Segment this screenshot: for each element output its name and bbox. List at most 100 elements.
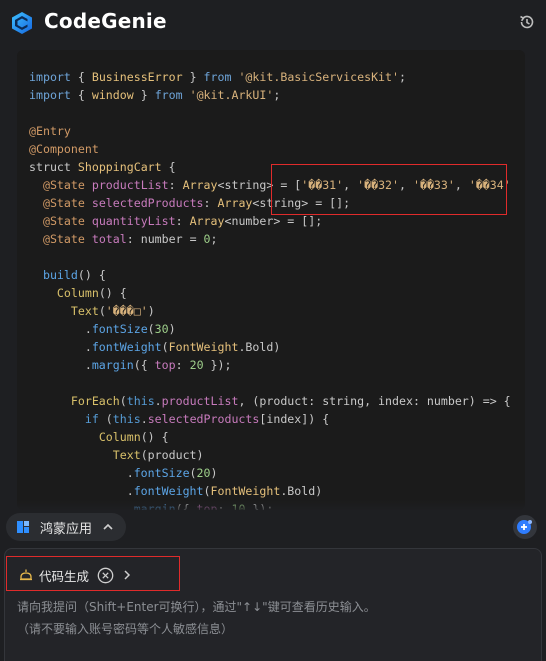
code-block: import { BusinessError } from '@kit.Basi…: [17, 50, 525, 510]
code-token: ;: [210, 232, 218, 246]
code-line: @Entry: [29, 122, 525, 140]
code-token: ): [210, 466, 218, 480]
code-token: .: [29, 358, 92, 372]
history-icon[interactable]: [518, 13, 536, 31]
code-token: FontWeight: [168, 340, 239, 354]
input-privacy-hint: （请不要输入账号密码等个人敏感信息）: [17, 622, 234, 636]
code-token: this: [112, 412, 141, 426]
code-token: BusinessError: [91, 70, 183, 84]
code-line: build() {: [29, 266, 525, 284]
code-token: (: [161, 340, 169, 354]
code-token: import: [29, 70, 71, 84]
code-token: :: [168, 178, 183, 192]
close-circle-icon[interactable]: [97, 567, 114, 584]
code-token: Array: [217, 196, 253, 210]
code-token: (product): [140, 448, 204, 462]
code-line: .margin({ top: 20 });: [29, 356, 525, 374]
code-token: (: [189, 466, 197, 480]
code-token: top: [154, 358, 176, 372]
code-line: .fontWeight(FontWeight.Bold): [29, 482, 525, 500]
code-line: .fontSize(30): [29, 320, 525, 338]
code-token: }: [182, 70, 204, 84]
code-token: this: [126, 394, 155, 408]
code-token: Text: [70, 304, 99, 318]
code-token: ShoppingCart: [77, 160, 162, 174]
code-token: if: [84, 412, 99, 426]
code-token: struct: [29, 160, 71, 174]
code-token: '@kit.ArkUI': [189, 88, 274, 102]
input-placeholder[interactable]: 请向我提问（Shift+Enter可换行），通过"↑↓"键可查看历史输入。: [17, 598, 376, 615]
code-token: from: [203, 70, 232, 84]
code-token: :: [175, 358, 190, 372]
code-line: Column() {: [29, 284, 525, 302]
code-token: Array: [189, 214, 225, 228]
code-token: @State: [42, 196, 85, 210]
code-token: }: [133, 88, 155, 102]
code-token: fontSize: [133, 466, 190, 480]
add-context-icon[interactable]: [512, 514, 538, 540]
code-token: :: [175, 214, 190, 228]
code-token: (: [203, 484, 211, 498]
code-token: build: [42, 268, 78, 282]
code-token: {: [70, 70, 92, 84]
code-line: @State productList: Array<string> = ['��…: [29, 176, 525, 194]
code-line: Column() {: [29, 428, 525, 446]
code-token: .: [29, 484, 134, 498]
code-token: @Entry: [29, 124, 71, 138]
code-line: @State quantityList: Array<number> = [];: [29, 212, 525, 230]
code-token: });: [203, 358, 232, 372]
code-token: ,: [343, 178, 358, 192]
code-token: fontWeight: [91, 340, 162, 354]
code-token: .: [154, 394, 162, 408]
app-title: CodeGenie: [44, 9, 167, 33]
code-token: '���□': [105, 304, 148, 318]
code-token: @State: [42, 178, 85, 192]
code-token: (: [98, 304, 106, 318]
code-token: productList: [91, 178, 169, 192]
code-token: '��32': [357, 178, 400, 192]
code-line: ForEach(this.productList, (product: stri…: [29, 392, 525, 410]
code-token: ({: [133, 358, 155, 372]
code-token: .: [29, 340, 92, 354]
code-token: '��34': [468, 178, 511, 192]
code-token: fontWeight: [133, 484, 204, 498]
code-token: ForEach: [70, 394, 120, 408]
code-token: 30: [154, 322, 169, 336]
code-token: quantityList: [91, 214, 176, 228]
code-token: '@kit.BasicServicesKit': [238, 70, 399, 84]
code-line: Text(product): [29, 446, 525, 464]
code-token: () {: [140, 430, 169, 444]
code-fade: [17, 500, 525, 512]
context-label: 鸿蒙应用: [40, 521, 93, 537]
code-token: (: [119, 394, 127, 408]
code-line: Text('���□'): [29, 302, 525, 320]
chevron-right-icon[interactable]: [122, 569, 132, 581]
context-selector[interactable]: 鸿蒙应用: [6, 513, 126, 541]
codegenie-logo-icon: [12, 12, 32, 34]
code-content: import { BusinessError } from '@kit.Basi…: [29, 68, 525, 510]
code-token: ;: [273, 88, 281, 102]
code-token: 20: [189, 358, 204, 372]
code-token: , (product: string, index: number) => {: [238, 394, 511, 408]
code-line: @State selectedProducts: Array<string> =…: [29, 194, 525, 212]
code-token: .: [29, 466, 134, 480]
code-token: .Bold): [280, 484, 323, 498]
code-token: (: [98, 412, 113, 426]
code-token: .Bold): [238, 340, 281, 354]
code-token: .: [140, 412, 148, 426]
mode-chip[interactable]: 代码生成: [8, 560, 178, 590]
code-token: [index]) {: [259, 412, 330, 426]
code-token: productList: [161, 394, 239, 408]
header: CodeGenie: [0, 0, 546, 46]
